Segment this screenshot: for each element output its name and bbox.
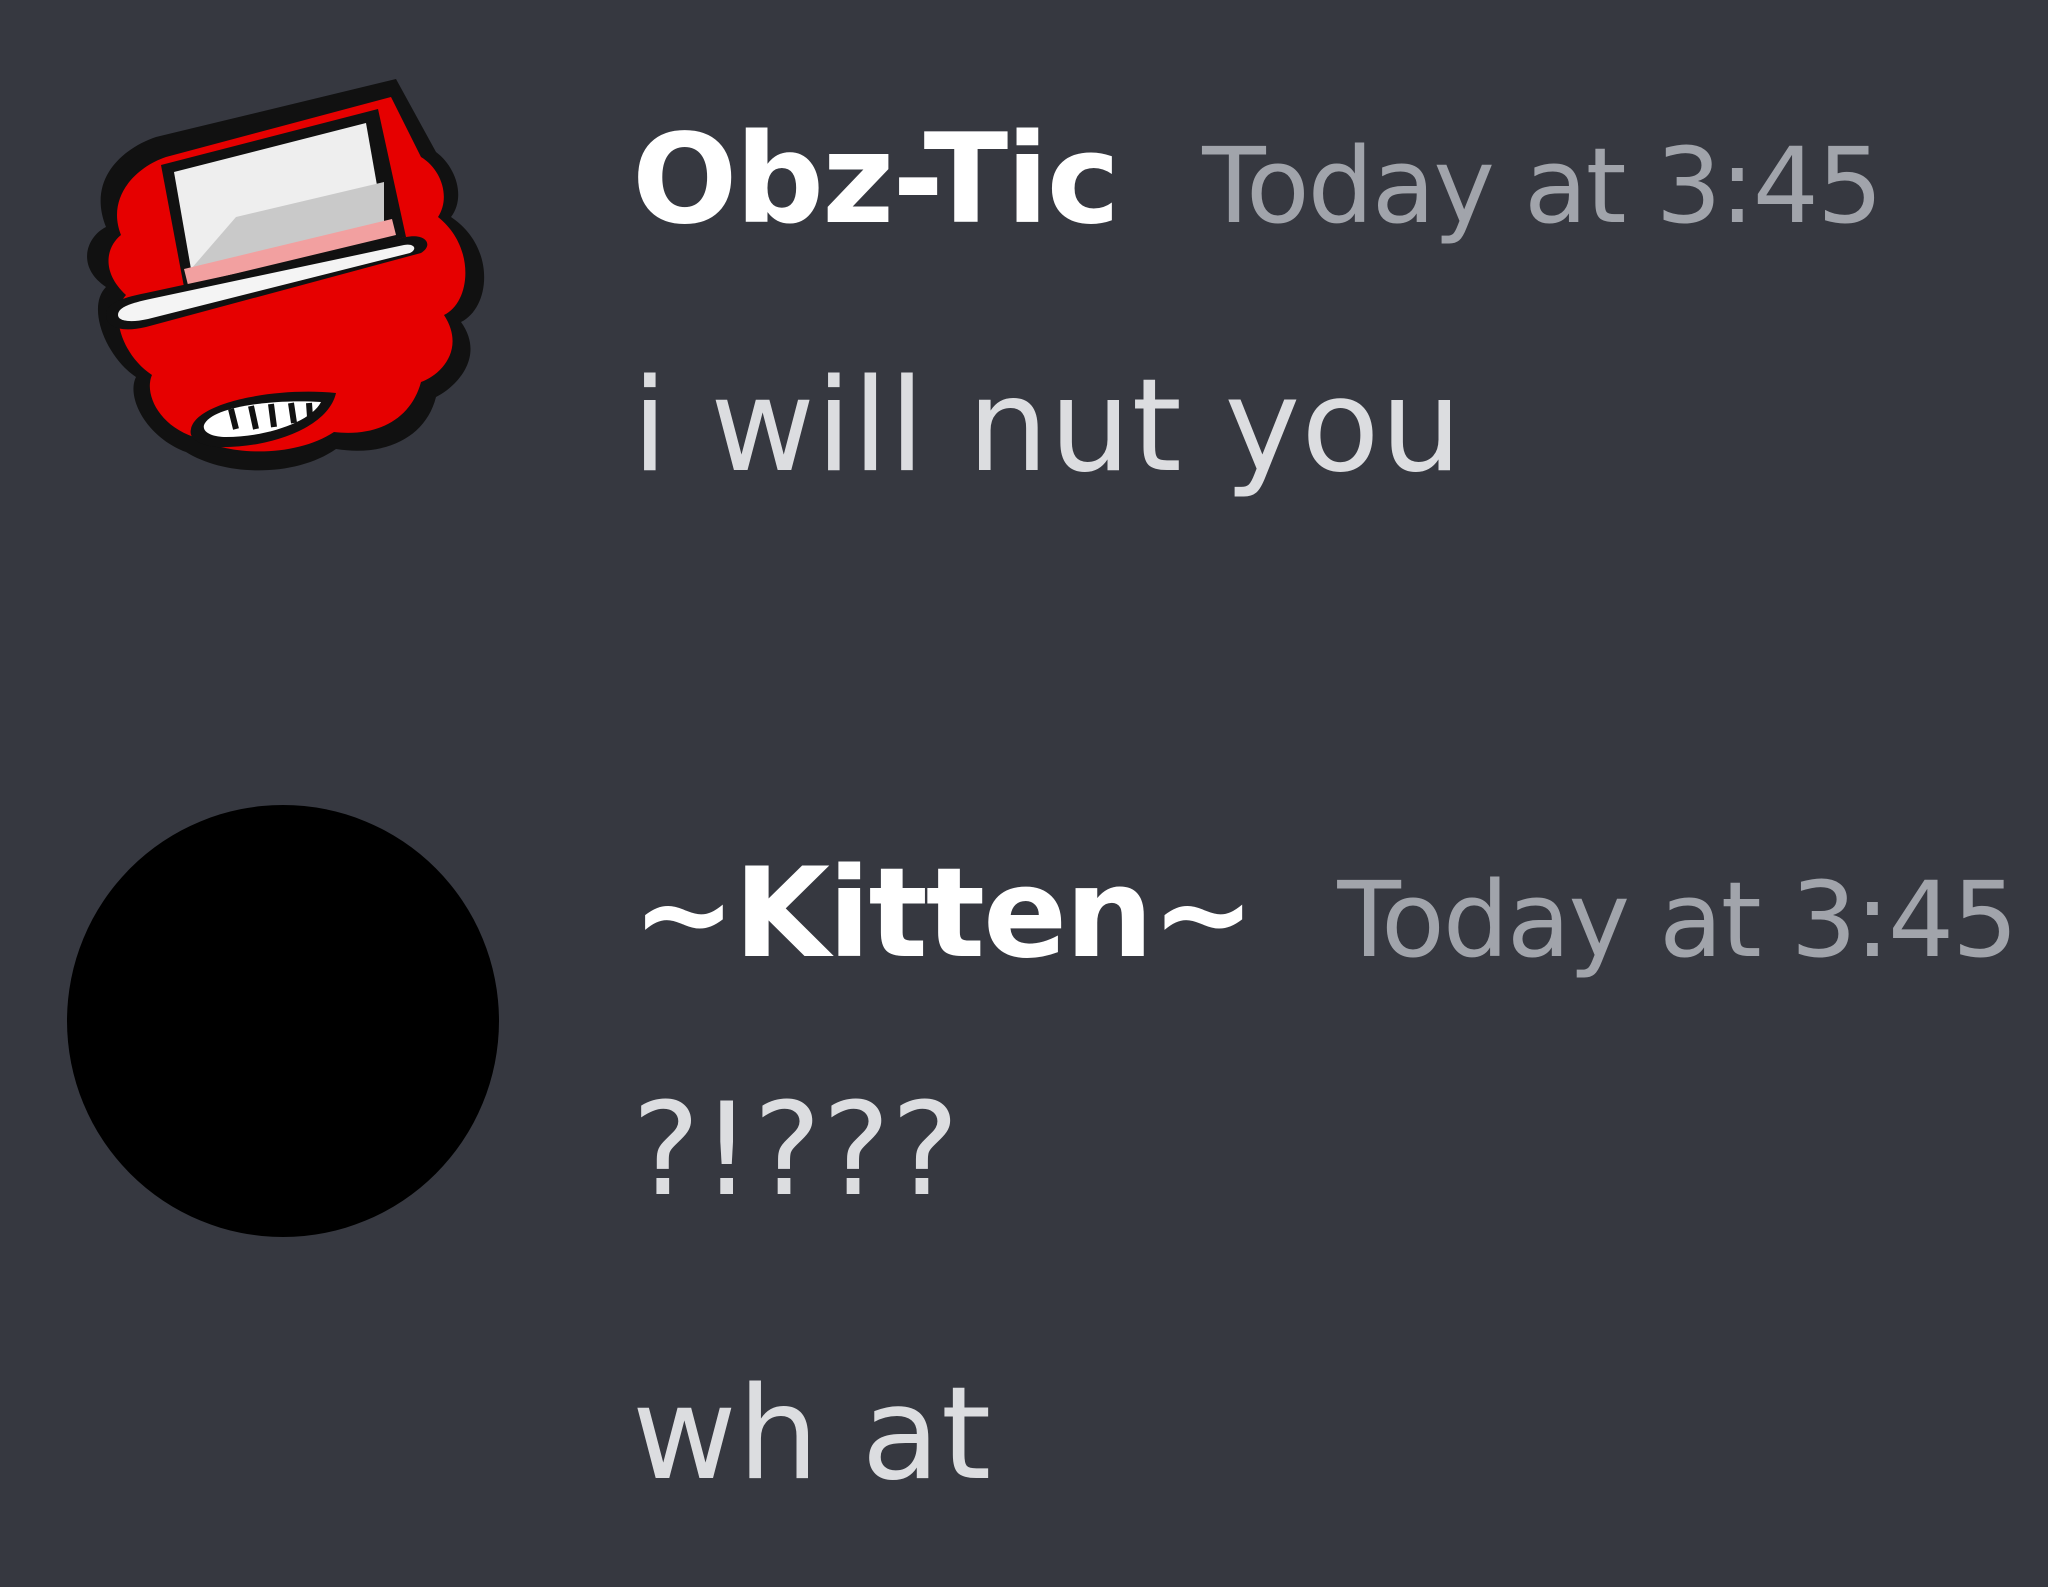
message-text: i will nut you <box>632 352 1463 501</box>
timestamp[interactable]: Today at 3:45 <box>1337 859 2018 981</box>
message-text: ?!??? <box>632 1076 961 1225</box>
message-text: wh at <box>632 1360 993 1509</box>
message-header: ~Kitten~ Today at 3:45 <box>632 842 2018 986</box>
black-circle-avatar-icon <box>67 805 499 1237</box>
avatar[interactable] <box>66 57 500 491</box>
red-hat-character-icon <box>87 79 485 471</box>
chat-view: Obz-Tic Today at 3:45 i will nut you ~Kit… <box>0 0 2048 1587</box>
username[interactable]: ~Kitten~ <box>632 842 1255 986</box>
message-header: Obz-Tic Today at 3:45 <box>632 108 1883 252</box>
avatar[interactable] <box>66 804 500 1238</box>
username[interactable]: Obz-Tic <box>632 108 1120 252</box>
timestamp[interactable]: Today at 3:45 <box>1202 125 1883 247</box>
